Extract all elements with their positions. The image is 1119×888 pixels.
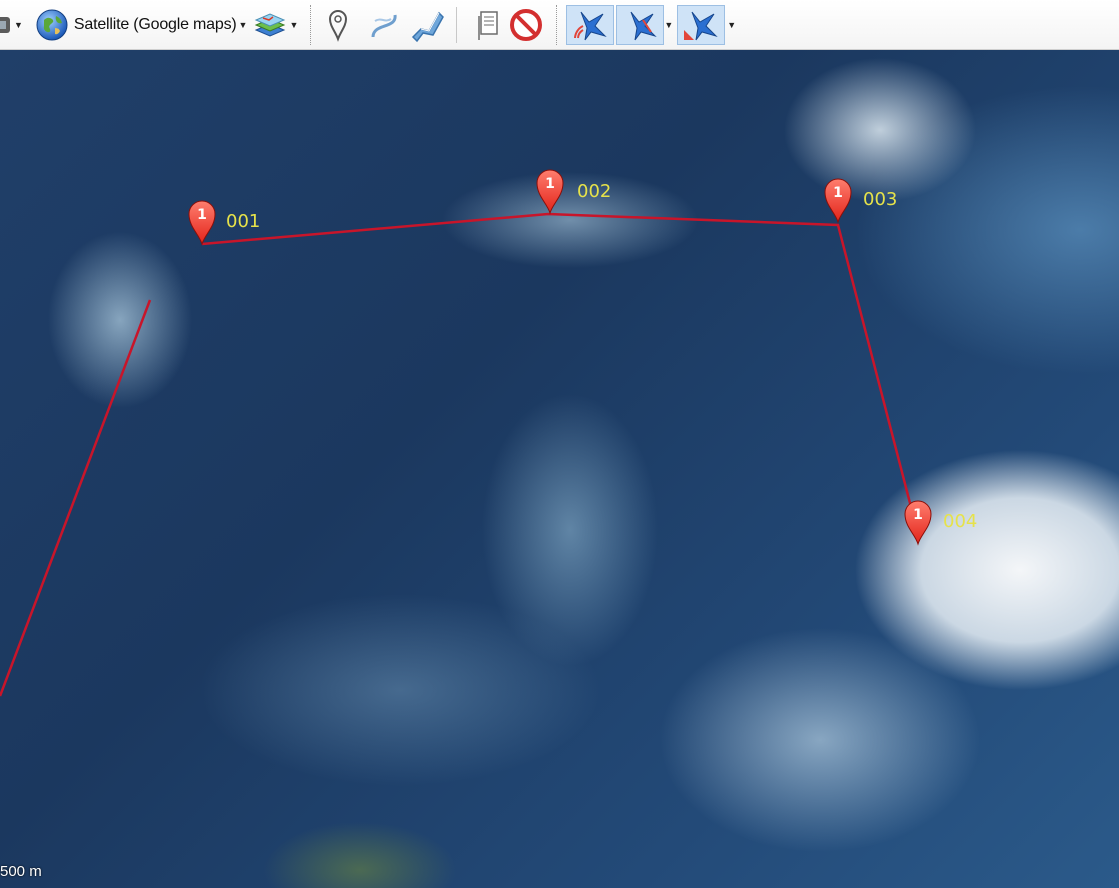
delete-icon (510, 8, 543, 41)
chevron-down-icon[interactable]: ▼ (664, 20, 673, 30)
tracking-mode-1-button[interactable] (566, 4, 615, 45)
globe-icon (36, 9, 68, 40)
waypoint-marker[interactable]: 1 002 (536, 169, 611, 215)
waypoint-label: 001 (226, 211, 260, 232)
tracking-mode-3-button[interactable] (677, 4, 726, 45)
chevron-down-icon[interactable]: ▼ (727, 20, 736, 30)
map-type-label: Satellite (Google maps) (73, 15, 237, 33)
chevron-down-icon: ▼ (238, 19, 248, 30)
waypoint-label: 002 (577, 181, 611, 202)
route-line[interactable] (201, 212, 920, 535)
waypoint-label: 004 (943, 511, 977, 532)
notes-icon (478, 10, 499, 40)
tracking-mode-3-icon (684, 11, 718, 40)
waypoint-badge: 1 (545, 176, 555, 192)
tracking-mode-1-icon (574, 11, 608, 40)
gps-device-icon (0, 16, 10, 33)
new-waypoint-button[interactable] (320, 7, 356, 43)
new-waypoint-icon (329, 9, 348, 42)
toolbar-separator (310, 4, 312, 45)
notes-button[interactable] (469, 7, 505, 43)
waypoint-marker[interactable]: 1 004 (904, 500, 977, 546)
new-route-button[interactable] (406, 7, 450, 43)
map-overlay: 1 001 1 002 1 003 1 004 (0, 169, 977, 697)
tracking-mode-2-button[interactable] (616, 4, 665, 45)
waypoint-badge: 1 (833, 185, 843, 201)
toolbar-separator (456, 6, 458, 43)
map-type-dropdown[interactable]: Satellite (Google maps) ▼ (32, 7, 251, 43)
gps-device-dropdown[interactable]: ▼ (0, 7, 26, 43)
toolbar-separator (556, 4, 558, 45)
delete-button[interactable] (505, 7, 547, 43)
waypoint-badge: 1 (913, 507, 923, 523)
waypoint-badge: 1 (197, 207, 207, 223)
chevron-down-icon: ▼ (289, 19, 299, 30)
map-scale-label: 500 m (0, 863, 42, 880)
track-line[interactable] (0, 299, 152, 697)
new-track-button[interactable] (364, 7, 406, 43)
chevron-down-icon: ▼ (14, 19, 23, 30)
waypoint-label: 003 (863, 189, 897, 210)
waypoint-marker[interactable]: 1 001 (188, 200, 260, 246)
new-route-icon (412, 11, 445, 42)
tracking-mode-2-icon (630, 11, 658, 40)
waypoint-marker[interactable]: 1 003 (824, 178, 897, 224)
layers-icon (255, 12, 286, 37)
satellite-map[interactable]: 1 001 1 002 1 003 1 004 500 m (0, 50, 1119, 888)
new-track-icon (371, 14, 397, 37)
layers-dropdown[interactable]: ▼ (250, 7, 301, 43)
map-toolbar: ▼ Satellite (Google maps) ▼ ▼ ▼ ▼ (0, 0, 1119, 50)
